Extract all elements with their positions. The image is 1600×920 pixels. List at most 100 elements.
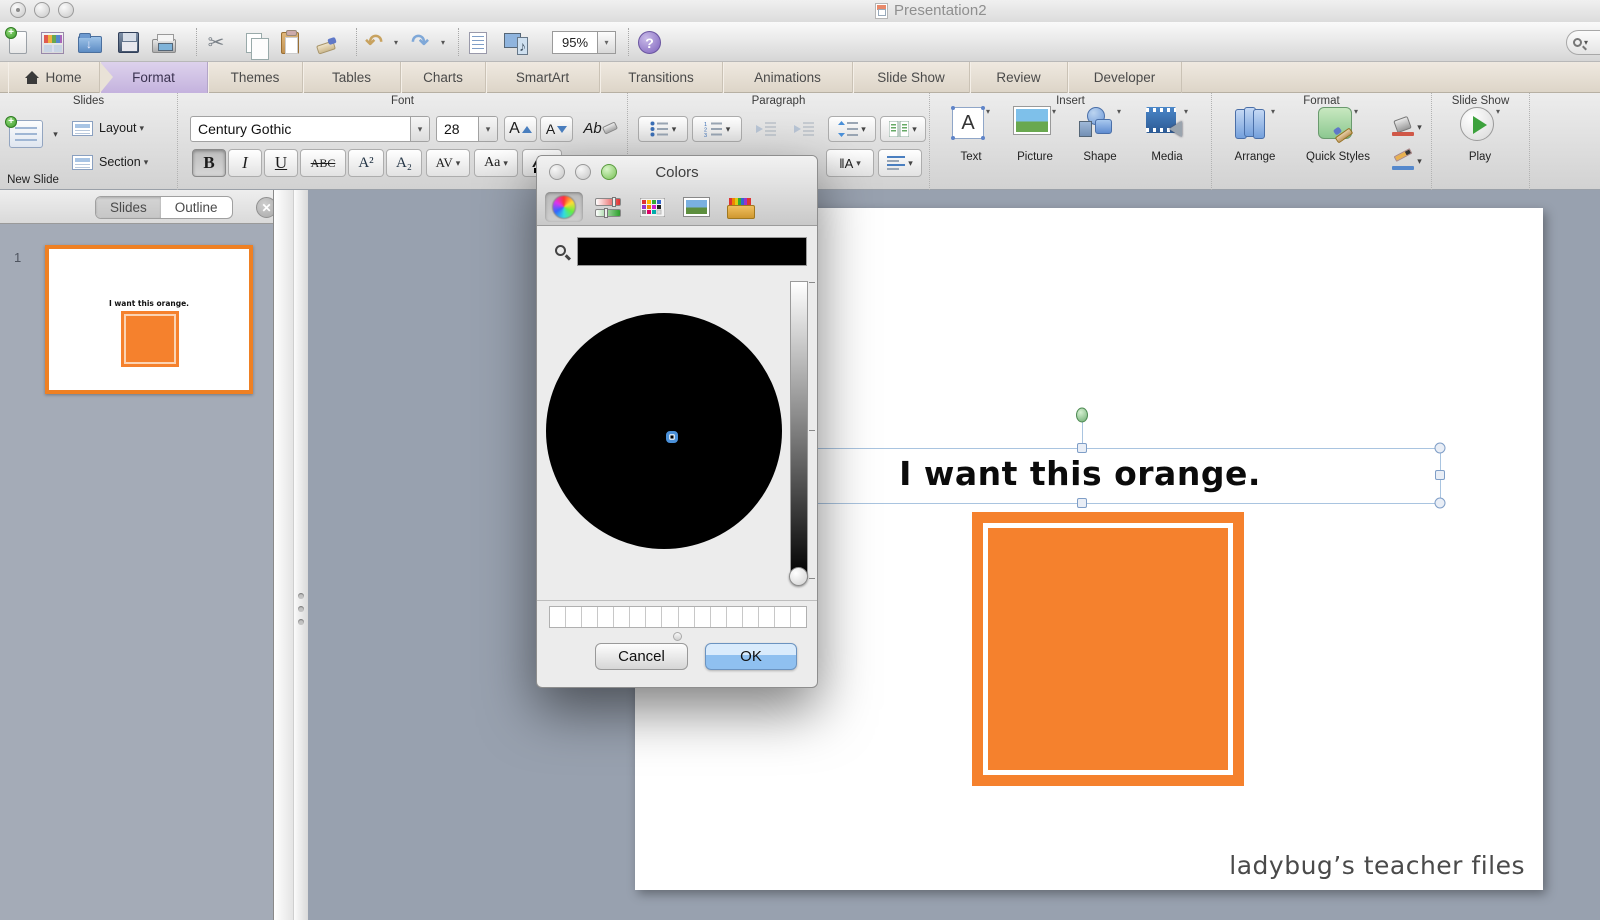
new-slide-button[interactable]: + bbox=[5, 116, 46, 151]
bold-button[interactable]: B bbox=[192, 149, 226, 177]
increase-indent-button[interactable] bbox=[786, 116, 822, 142]
redo-menu-arrow[interactable]: ▾ bbox=[437, 29, 449, 56]
sidebar-tab-slides[interactable]: Slides bbox=[96, 197, 161, 218]
resize-handle-bottom[interactable] bbox=[1077, 498, 1087, 508]
arrange-button[interactable]: ▾ Arrange bbox=[1220, 107, 1290, 163]
sidebar-tab-outline[interactable]: Outline bbox=[161, 197, 232, 218]
tab-charts[interactable]: Charts bbox=[401, 62, 486, 93]
shrink-font-button[interactable]: A bbox=[540, 116, 573, 142]
slide-gallery-button[interactable] bbox=[38, 29, 66, 56]
underline-button[interactable]: U bbox=[264, 149, 298, 177]
tab-review[interactable]: Review bbox=[970, 62, 1068, 93]
media-browser-icon bbox=[504, 32, 528, 55]
bullets-button[interactable] bbox=[638, 116, 688, 142]
align-text-button[interactable] bbox=[878, 149, 922, 177]
pane-splitter[interactable] bbox=[293, 190, 308, 920]
superscript-button[interactable]: A² bbox=[348, 149, 384, 177]
new-slide-menu-arrow[interactable] bbox=[48, 127, 60, 141]
color-palettes-tab[interactable] bbox=[633, 192, 671, 222]
open-button[interactable] bbox=[76, 29, 104, 56]
font-size-combo[interactable]: 28 ▾ bbox=[436, 116, 498, 142]
shape-line-button[interactable] bbox=[1388, 149, 1426, 173]
decrease-indent-button[interactable] bbox=[748, 116, 784, 142]
copy-button[interactable] bbox=[240, 29, 269, 60]
brightness-slider[interactable] bbox=[789, 281, 808, 586]
shape-fill-button[interactable] bbox=[1388, 115, 1426, 139]
zoom-window-icon[interactable] bbox=[58, 2, 74, 18]
save-button[interactable] bbox=[114, 29, 142, 56]
subscript-button[interactable]: A₂ bbox=[386, 149, 422, 177]
layout-button[interactable]: Layout bbox=[72, 117, 172, 139]
search-box[interactable]: ▾ bbox=[1566, 30, 1600, 55]
color-wheel-tab[interactable] bbox=[545, 192, 583, 222]
tab-slide-show[interactable]: Slide Show bbox=[853, 62, 970, 93]
undo-button[interactable]: ↶ bbox=[360, 29, 388, 56]
insert-picture-button[interactable]: ▾ Picture bbox=[1004, 106, 1066, 163]
brightness-slider-thumb[interactable] bbox=[789, 567, 808, 586]
undo-menu-arrow[interactable]: ▾ bbox=[390, 29, 402, 56]
new-presentation-button[interactable]: + bbox=[4, 27, 32, 56]
resize-handle-top-right[interactable] bbox=[1434, 442, 1446, 454]
insert-text-button[interactable]: A ▾ Text bbox=[942, 106, 1000, 163]
color-wheel[interactable] bbox=[546, 313, 782, 549]
media-browser-button[interactable] bbox=[502, 29, 530, 56]
slide-credit-text[interactable]: ladybug’s teacher files bbox=[1229, 851, 1525, 880]
color-sliders-tab[interactable] bbox=[589, 192, 627, 222]
image-palettes-tab[interactable] bbox=[677, 192, 715, 222]
cut-button[interactable]: ✂ bbox=[202, 29, 230, 56]
slide-thumbnail[interactable]: I want this orange. bbox=[45, 245, 253, 394]
tab-transitions[interactable]: Transitions bbox=[600, 62, 723, 93]
insert-media-button[interactable]: ▾ Media bbox=[1136, 107, 1198, 163]
chevron-down-icon[interactable]: ▾ bbox=[410, 117, 429, 141]
print-button[interactable] bbox=[150, 29, 178, 56]
zoom-value-field[interactable]: 95% bbox=[552, 31, 598, 54]
zoom-dropdown-arrow[interactable]: ▾ bbox=[598, 31, 616, 54]
close-window-icon[interactable] bbox=[10, 2, 26, 18]
clear-formatting-button[interactable]: Ab bbox=[580, 114, 620, 142]
chevron-down-icon[interactable]: ▾ bbox=[478, 117, 497, 141]
italic-button[interactable]: I bbox=[228, 149, 262, 177]
tab-home[interactable]: Home bbox=[8, 62, 100, 93]
sidebar-scrollbar[interactable] bbox=[273, 190, 293, 920]
insert-shape-button[interactable]: ▾ Shape bbox=[1070, 107, 1130, 163]
numbering-button[interactable]: 123 bbox=[692, 116, 742, 142]
tab-developer[interactable]: Developer bbox=[1068, 62, 1182, 93]
rotation-handle[interactable] bbox=[1076, 407, 1088, 423]
columns-button[interactable] bbox=[880, 116, 926, 142]
color-wheel-cursor[interactable] bbox=[666, 431, 678, 443]
tab-smartart[interactable]: SmartArt bbox=[486, 62, 600, 93]
minimize-window-icon[interactable] bbox=[34, 2, 50, 18]
resize-handle-bottom-right[interactable] bbox=[1434, 497, 1446, 509]
ok-button[interactable]: OK bbox=[705, 643, 797, 670]
section-button[interactable]: Section bbox=[72, 151, 172, 173]
slider-tick bbox=[809, 282, 815, 283]
tab-animations[interactable]: Animations bbox=[723, 62, 853, 93]
swatch-drawer-handle[interactable] bbox=[673, 632, 682, 641]
play-slideshow-button[interactable]: ▾ Play bbox=[1448, 107, 1512, 163]
redo-button[interactable]: ↷ bbox=[406, 29, 434, 56]
crayons-tab[interactable] bbox=[721, 192, 759, 222]
line-spacing-button[interactable] bbox=[828, 116, 876, 142]
tab-tables[interactable]: Tables bbox=[303, 62, 401, 93]
grow-font-button[interactable]: A bbox=[504, 116, 537, 142]
character-spacing-button[interactable]: AV bbox=[426, 149, 470, 177]
zoom-control: 95% ▾ bbox=[552, 31, 616, 54]
quick-styles-button[interactable]: ▾ Quick Styles bbox=[1294, 107, 1382, 163]
format-painter-button[interactable] bbox=[312, 29, 340, 56]
text-direction-button[interactable]: ‖A bbox=[826, 149, 874, 177]
slide-canvas: I want this orange. ladybug’s teacher fi… bbox=[308, 190, 1600, 920]
paste-button[interactable] bbox=[276, 29, 304, 56]
strikethrough-button[interactable]: ABC bbox=[300, 149, 346, 177]
magnifier-button[interactable] bbox=[549, 238, 571, 262]
tab-format[interactable]: Format bbox=[100, 62, 208, 93]
formatting-palette-button[interactable] bbox=[464, 29, 492, 56]
favorite-swatches-row[interactable] bbox=[549, 606, 807, 628]
orange-square-shape[interactable] bbox=[972, 512, 1244, 786]
resize-handle-top[interactable] bbox=[1077, 443, 1087, 453]
slide-title-text[interactable]: I want this orange. bbox=[720, 454, 1440, 493]
cancel-button[interactable]: Cancel bbox=[595, 643, 688, 670]
tab-themes[interactable]: Themes bbox=[208, 62, 303, 93]
help-button[interactable]: ? bbox=[638, 31, 661, 54]
font-name-combo[interactable]: Century Gothic ▾ bbox=[190, 116, 430, 142]
change-case-button[interactable]: Aa bbox=[474, 149, 518, 177]
